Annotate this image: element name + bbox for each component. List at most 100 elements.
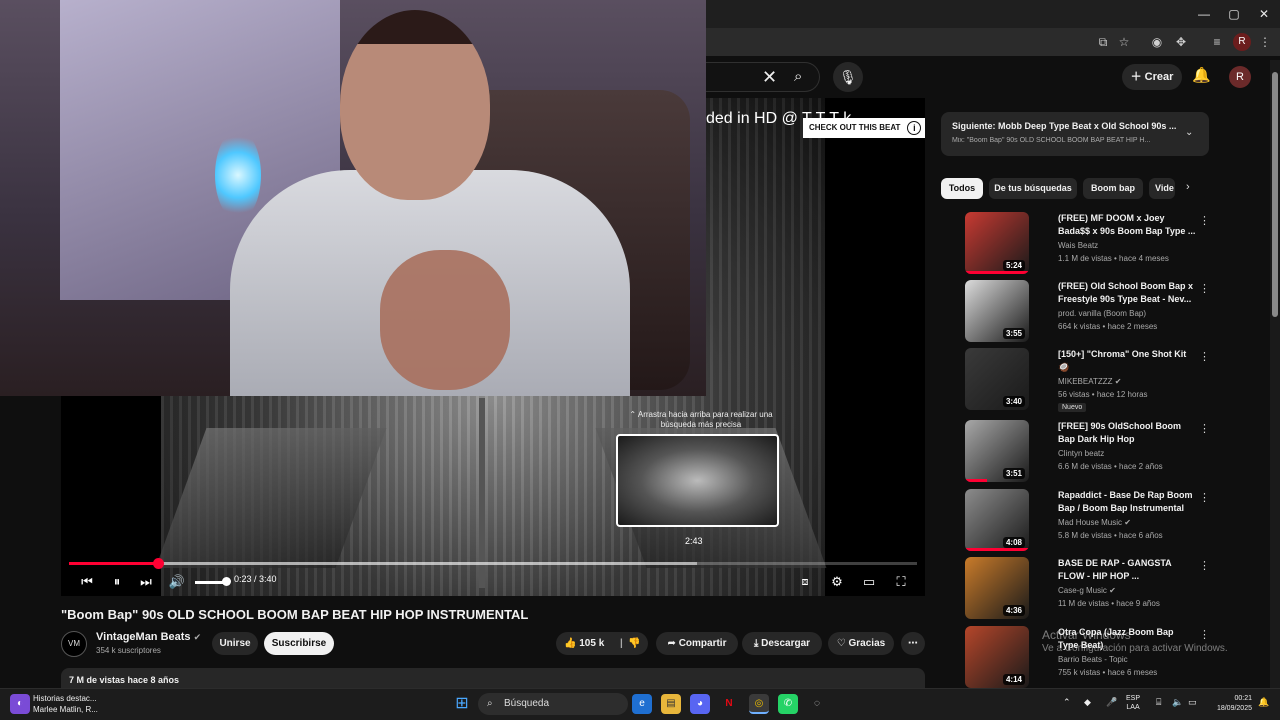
maximize-icon[interactable]: ▢ (1218, 4, 1250, 24)
download-button[interactable]: ⤓ Descargar (742, 632, 822, 655)
extension-shield-icon[interactable]: ◉ (1148, 33, 1166, 51)
input-language[interactable]: ESP LAA (1126, 694, 1140, 712)
thanks-button[interactable]: ♡ Gracias (828, 632, 894, 655)
more-options-icon[interactable]: ⋮ (1199, 491, 1210, 504)
like-icon[interactable]: 👍 (564, 638, 576, 649)
chevron-down-icon[interactable]: ⌄ (1185, 127, 1193, 138)
recommendation-title[interactable]: (FREE) Old School Boom Bap x Freestyle 9… (1058, 280, 1196, 306)
tray-app-icon[interactable]: ◆ (1084, 697, 1091, 708)
tray-overflow-icon[interactable]: ⌃ (1063, 697, 1071, 708)
install-app-icon[interactable]: ⧉ (1094, 33, 1112, 51)
notifications-bell-icon[interactable]: 🔔 (1192, 66, 1211, 84)
discord-icon[interactable]: ◕ (690, 694, 710, 714)
recommendation-item[interactable]: 4:08 Rapaddict - Base De Rap Boom Bap / B… (941, 489, 1221, 553)
chip-de-tus-busquedas[interactable]: De tus búsquedas (989, 178, 1077, 199)
volume-knob[interactable] (222, 577, 231, 586)
battery-icon[interactable]: ▭ (1188, 697, 1197, 708)
voice-search-icon[interactable]: 🎙 (833, 62, 863, 92)
recommendation-thumbnail[interactable]: 4:36 (965, 557, 1029, 619)
join-button[interactable]: Unirse (212, 632, 258, 655)
browser-menu-icon[interactable]: ⋮ (1256, 33, 1274, 51)
chip-boom-bap[interactable]: Boom bap (1083, 178, 1143, 199)
recommendation-title[interactable]: [FREE] 90s OldSchool Boom Bap Dark Hip H… (1058, 420, 1196, 448)
system-clock[interactable]: 00:21 18/09/2025 (1206, 694, 1252, 714)
more-actions-icon[interactable]: ⋯ (901, 632, 925, 655)
scrollbar-thumb[interactable] (1272, 72, 1278, 317)
more-options-icon[interactable]: ⋮ (1199, 350, 1210, 363)
like-count[interactable]: 105 k (579, 638, 604, 649)
subtitles-icon[interactable]: ⧈ (794, 572, 816, 592)
recommendation-title[interactable]: [150+] "Chroma" One Shot Kit 🥥 (1058, 348, 1196, 374)
close-window-icon[interactable]: ✕ (1248, 4, 1280, 24)
bookmark-star-icon[interactable]: ☆ (1115, 33, 1133, 51)
recommendation-item[interactable]: 5:24 (FREE) MF DOOM x Joey Bada$$ x 90s B… (941, 212, 1221, 276)
share-button[interactable]: ➦ Compartir (656, 632, 738, 655)
more-options-icon[interactable]: ⋮ (1199, 559, 1210, 572)
chip-todos[interactable]: Todos (941, 178, 983, 199)
chevron-right-icon[interactable]: › (1186, 181, 1190, 193)
search-icon[interactable]: ⌕ (794, 68, 802, 85)
subscribe-button[interactable]: Suscribirse (264, 632, 334, 655)
channel-avatar[interactable]: VM (61, 631, 87, 657)
recommendation-item[interactable]: 4:36 BASE DE RAP - GANGSTA FLOW - HIP HOP… (941, 557, 1221, 621)
media-controls-icon[interactable]: ≡ (1208, 33, 1226, 51)
edge-icon[interactable]: e (632, 694, 652, 714)
browser-profile-avatar[interactable]: R (1233, 33, 1251, 51)
taskbar-search[interactable]: ⌕ Búsqueda (478, 693, 628, 715)
chrome-icon[interactable]: ◎ (749, 694, 769, 714)
network-icon[interactable]: ⌸ (1156, 697, 1161, 708)
whatsapp-icon[interactable]: ✆ (778, 694, 798, 714)
next-icon[interactable]: ⏭ (136, 572, 156, 592)
settings-gear-icon[interactable]: ⚙ (826, 572, 848, 592)
news-widget-icon[interactable]: ◐ (10, 694, 30, 714)
recommendation-item[interactable]: 3:51 [FREE] 90s OldSchool Boom Bap Dark H… (941, 420, 1221, 484)
news-widget[interactable]: Historias destac... Marlee Matlin, R... (33, 693, 98, 715)
recommendation-channel[interactable]: Mad House Music ✔ (1058, 518, 1131, 527)
recommendation-channel[interactable]: prod. vanilla (Boom Bap) (1058, 309, 1146, 318)
recommendation-channel[interactable]: Wais Beatz (1058, 241, 1098, 250)
progress-scrubber[interactable] (152, 558, 164, 569)
recommendation-title[interactable]: BASE DE RAP - GANGSTA FLOW - HIP HOP ... (1058, 557, 1196, 583)
minimize-icon[interactable]: — (1188, 4, 1220, 24)
recommendation-thumbnail[interactable]: 3:55 (965, 280, 1029, 342)
recommendation-item[interactable]: 3:40 [150+] "Chroma" One Shot Kit 🥥 MIKEBE… (941, 348, 1221, 412)
netflix-icon[interactable]: N (719, 694, 739, 714)
dislike-icon[interactable]: 👎 (628, 632, 640, 655)
previous-icon[interactable]: ⏮ (77, 572, 97, 592)
recommendation-thumbnail[interactable]: 4:08 (965, 489, 1029, 551)
theater-mode-icon[interactable]: ▭ (858, 572, 880, 592)
recommendation-thumbnail[interactable]: 3:51 (965, 420, 1029, 482)
recommendation-title[interactable]: Rapaddict - Base De Rap Boom Bap / Boom … (1058, 489, 1196, 515)
recommendation-title[interactable]: (FREE) MF DOOM x Joey Bada$$ x 90s Boom … (1058, 212, 1196, 238)
create-button[interactable]: ＋ Crear (1122, 64, 1182, 90)
notification-bell-icon[interactable]: 🔔 (1258, 697, 1269, 708)
recommendation-thumbnail[interactable]: 5:24 (965, 212, 1029, 274)
pause-icon[interactable]: ⏸ (107, 572, 127, 592)
check-beat-card[interactable]: CHECK OUT THIS BEAT i (803, 118, 925, 138)
volume-icon[interactable]: 🔊 (167, 572, 187, 592)
up-next-card[interactable] (941, 112, 1209, 156)
recommendation-item[interactable]: 3:55 (FREE) Old School Boom Bap x Freesty… (941, 280, 1221, 344)
channel-name[interactable]: VintageMan Beats ✔ (96, 631, 201, 643)
recommendation-channel[interactable]: Clintyn beatz (1058, 449, 1104, 458)
more-options-icon[interactable]: ⋮ (1199, 282, 1210, 295)
chip-videos[interactable]: Vide (1149, 178, 1175, 199)
extensions-puzzle-icon[interactable]: ✥ (1172, 33, 1190, 51)
recommendation-channel[interactable]: MIKEBEATZZZ ✔ (1058, 377, 1121, 386)
info-icon[interactable]: i (907, 121, 922, 135)
speaker-icon[interactable]: 🔈 (1172, 697, 1183, 708)
account-avatar[interactable]: R (1229, 66, 1251, 88)
recommendation-thumbnail[interactable]: 4:14 (965, 626, 1029, 688)
recommendation-thumbnail[interactable]: 3:40 (965, 348, 1029, 410)
recommendation-channel[interactable]: Barrio Beats - Topic (1058, 655, 1128, 664)
search-input[interactable]: ✕ ⌕ (706, 62, 820, 92)
clear-search-icon[interactable]: ✕ (762, 67, 777, 88)
recommendation-channel[interactable]: Case-g Music ✔ (1058, 586, 1116, 595)
recording-app-icon[interactable]: ◌ (807, 694, 827, 714)
start-windows-icon[interactable]: ⊞ (452, 694, 472, 714)
fullscreen-icon[interactable]: ⛶ (890, 572, 912, 592)
microphone-icon[interactable]: 🎤 (1106, 697, 1117, 708)
more-options-icon[interactable]: ⋮ (1199, 214, 1210, 227)
file-explorer-icon[interactable]: ▤ (661, 694, 681, 714)
more-options-icon[interactable]: ⋮ (1199, 422, 1210, 435)
